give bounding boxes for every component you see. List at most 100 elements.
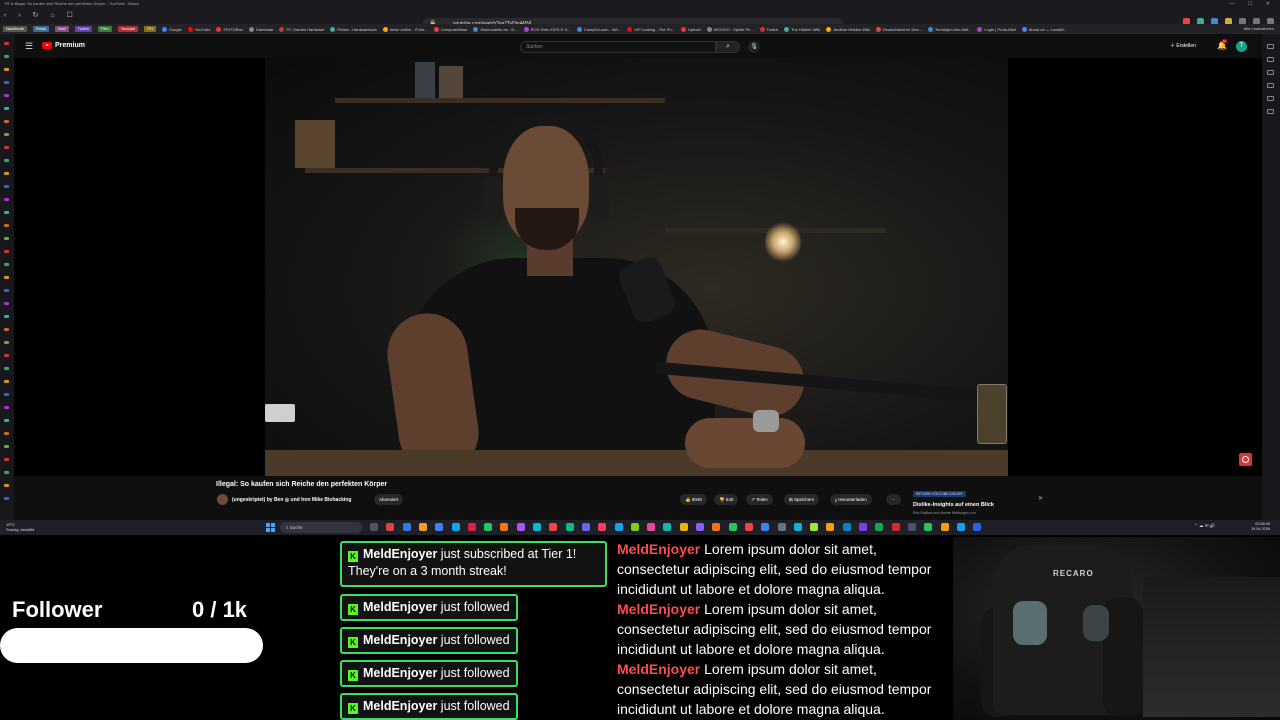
- search-icon[interactable]: ⌕: [716, 41, 740, 53]
- like-button[interactable]: 👍 9045: [680, 494, 707, 505]
- taskbar-app-icon[interactable]: [761, 523, 770, 531]
- bookmark-item[interactable]: Another Hidden Wiki: [826, 26, 870, 32]
- all-bookmarks-link[interactable]: Alle Lesezeichen: [1244, 24, 1274, 34]
- chair-wing: [1103, 597, 1143, 717]
- video-frame[interactable]: [265, 58, 1008, 476]
- bookmark-item[interactable]: Login | Proto-Mail: [977, 26, 1016, 32]
- overlay-extension-icon[interactable]: [1239, 453, 1252, 466]
- bookmark-item[interactable]: The Hidden Wiki: [783, 26, 820, 32]
- taskbar-app-icon[interactable]: [614, 523, 623, 531]
- taskbar-app-icon[interactable]: [875, 523, 884, 531]
- subscribed-button[interactable]: Abonniert: [374, 494, 404, 505]
- bookmark-item[interactable]: VIP Ludbug - The Po...: [627, 26, 675, 32]
- taskbar-app-icon[interactable]: [435, 523, 444, 531]
- bookmark-item[interactable]: Deutschland im Des...: [875, 26, 922, 32]
- create-button[interactable]: ＋ Erstellen: [1170, 42, 1196, 49]
- taskbar-app-icon[interactable]: [793, 523, 802, 531]
- taskbar-app-icon[interactable]: [728, 523, 737, 531]
- taskbar-app-icon[interactable]: [826, 523, 835, 531]
- taskbar-app-icon[interactable]: [467, 523, 476, 531]
- taskbar-app-icon[interactable]: [630, 523, 639, 531]
- taskbar-app-icon[interactable]: [956, 523, 965, 531]
- save-button[interactable]: ⊞ Speichern: [784, 494, 820, 505]
- taskbar-app-icon[interactable]: [598, 523, 607, 531]
- taskbar-app-icon[interactable]: [663, 523, 672, 531]
- taskbar-app-icon[interactable]: [940, 523, 949, 531]
- taskbar-app-icon[interactable]: [777, 523, 786, 531]
- search-input[interactable]: Suchen: [520, 41, 716, 53]
- taskbar-app-icon[interactable]: [679, 523, 688, 531]
- taskbar-app-icon[interactable]: [500, 523, 509, 531]
- bookmark-item[interactable]: FRITZ!Box: [216, 26, 243, 32]
- bookmark-item[interactable]: Gamestar: [248, 26, 273, 32]
- bookmark-item[interactable]: PC Games Hardware: [279, 26, 324, 32]
- channel-name[interactable]: (ungeskriptet) by Ben ◎ und Iron Mike Bi…: [232, 497, 351, 503]
- more-button[interactable]: ···: [886, 494, 901, 505]
- sidebar-panel-icon[interactable]: [1267, 83, 1274, 88]
- taskbar-app-icon[interactable]: [418, 523, 427, 531]
- bookmark-item[interactable]: Terminpro-info Akti...: [927, 26, 971, 32]
- microphone-icon[interactable]: 🎙: [748, 41, 760, 53]
- bookmark-item[interactable]: Google: [161, 26, 182, 32]
- system-tray[interactable]: ⌃ ☁ ✉ 🔊: [1194, 523, 1215, 529]
- bookmark-folder[interactable]: Youtube: [117, 26, 139, 32]
- share-button[interactable]: ↗ Teilen: [746, 494, 773, 505]
- bookmark-item[interactable]: Diskmodelle.de - N...: [473, 26, 518, 32]
- bookmark-item[interactable]: CrazyDrLoom - NG...: [576, 26, 621, 32]
- nav-buttons[interactable]: ‹ › ↻ ⌂ ☐: [4, 11, 78, 19]
- bookmark-item[interactable]: Twitch: [759, 26, 778, 32]
- channel-avatar[interactable]: [217, 494, 228, 505]
- bookmark-folder[interactable]: Mail: [55, 26, 69, 32]
- bookmark-item[interactable]: WOOCO - Spiele Pe...: [706, 26, 754, 32]
- taskbar-app-icon[interactable]: [696, 523, 704, 531]
- bookmark-item[interactable]: ROG Strix X570-E G...: [523, 26, 571, 32]
- youtube-logo[interactable]: Premium: [42, 42, 85, 49]
- sidebar-panel-icon[interactable]: [1267, 109, 1274, 114]
- taskbar-app-icon[interactable]: [907, 523, 916, 531]
- sidebar-panel-icon[interactable]: [1267, 70, 1274, 75]
- taskbar-app-icon[interactable]: [565, 523, 574, 531]
- taskbar-clock[interactable]: 02:58:45 19.04.2026: [1251, 522, 1270, 532]
- taskbar-app-icon[interactable]: [842, 523, 851, 531]
- windows-start-icon[interactable]: [266, 523, 275, 532]
- taskbar-app-icon[interactable]: [859, 523, 867, 531]
- bookmark-item[interactable]: About us — LocalM...: [1021, 26, 1067, 32]
- taskbar-app-icon[interactable]: [484, 523, 493, 531]
- taskbar-app-icon[interactable]: [712, 523, 721, 531]
- weather-widget[interactable]: 19°C Sonnig, bewölkt: [6, 522, 34, 532]
- window-controls[interactable]: — ☐ ✕: [1230, 1, 1276, 7]
- taskbar-app-icon[interactable]: [549, 523, 558, 531]
- dislike-button[interactable]: 👎 540: [714, 494, 739, 505]
- hamburger-menu-icon[interactable]: ☰: [25, 41, 33, 52]
- taskbar-app-icon[interactable]: [370, 523, 378, 531]
- bookmark-folder[interactable]: Nachleute: [3, 26, 28, 32]
- taskbar-app-icon[interactable]: [451, 523, 460, 531]
- sidebar-panel-icon[interactable]: [1267, 96, 1274, 101]
- taskbar-search[interactable]: ⌕ Suche: [280, 522, 362, 533]
- taskbar-app-icon[interactable]: [973, 523, 982, 531]
- close-icon[interactable]: ✕: [1038, 495, 1043, 502]
- taskbar-app-icon[interactable]: [581, 523, 590, 531]
- taskbar-app-icon[interactable]: [891, 523, 900, 531]
- bookmark-item[interactable]: ComputerBase: [433, 26, 467, 32]
- bookmark-item[interactable]: Uphold: [680, 26, 701, 32]
- sidebar-panel-icon[interactable]: [1267, 57, 1274, 62]
- download-button[interactable]: ⤓ Herunterladen: [830, 494, 872, 505]
- taskbar-app-icon[interactable]: [516, 523, 525, 531]
- bookmark-folder[interactable]: Plex: [97, 26, 112, 32]
- taskbar-app-icon[interactable]: [647, 523, 656, 531]
- bookmark-folder[interactable]: Twitch: [74, 26, 92, 32]
- bookmark-folder[interactable]: PH: [144, 26, 156, 32]
- bookmark-item[interactable]: heise online - IT-Ne...: [382, 26, 428, 32]
- taskbar-app-icon[interactable]: [533, 523, 541, 531]
- taskbar-app-icon[interactable]: [744, 523, 753, 531]
- sidebar-panel-icon[interactable]: [1267, 44, 1274, 49]
- bookmark-item[interactable]: Preise - Hardwareluxx: [330, 26, 377, 32]
- taskbar-app-icon[interactable]: [386, 523, 395, 531]
- taskbar-app-icon[interactable]: [924, 523, 933, 531]
- bookmark-item[interactable]: YouTube: [187, 26, 210, 32]
- taskbar-app-icon[interactable]: [810, 523, 819, 531]
- bookmark-folder[interactable]: Reise: [33, 26, 50, 32]
- taskbar-app-icon[interactable]: [402, 523, 411, 531]
- account-avatar[interactable]: T: [1236, 41, 1247, 52]
